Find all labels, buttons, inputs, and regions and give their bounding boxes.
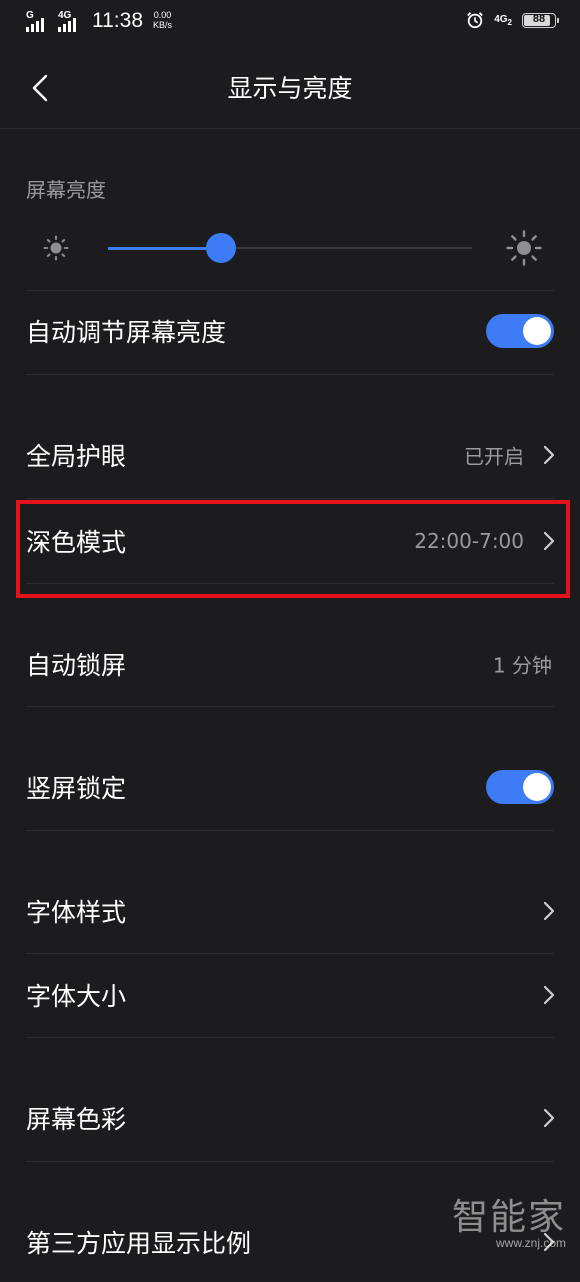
divider	[26, 498, 554, 499]
auto-lock-label: 自动锁屏	[26, 651, 127, 680]
battery-icon: 88	[522, 12, 559, 28]
net-speed: 0.00 KB/s	[153, 10, 172, 30]
network-type: 4G2	[494, 14, 512, 27]
chevron-right-icon	[543, 1108, 555, 1128]
brightness-slider-thumb[interactable]	[205, 233, 236, 263]
rotation-lock-row[interactable]: 竖屏锁定	[0, 747, 580, 827]
auto-brightness-toggle[interactable]	[486, 314, 554, 348]
status-bar-right: 4G2 88	[466, 11, 559, 29]
brightness-section-label: 屏幕亮度	[26, 178, 106, 202]
signal-icon: G	[26, 10, 48, 34]
screen-color-row[interactable]: 屏幕色彩	[0, 1078, 580, 1158]
rotation-lock-toggle[interactable]	[486, 770, 554, 804]
signal-2-tag: 4G	[58, 10, 72, 21]
sun-large-icon	[506, 230, 542, 266]
font-style-row[interactable]: 字体样式	[0, 871, 580, 951]
eye-protection-label: 全局护眼	[26, 442, 127, 471]
page-title: 显示与亮度	[227, 74, 353, 103]
rotation-lock-label: 竖屏锁定	[26, 774, 127, 803]
divider	[26, 1161, 554, 1162]
watermark-logo: 智能家	[451, 1197, 566, 1238]
font-size-label: 字体大小	[26, 982, 127, 1011]
font-size-row[interactable]: 字体大小	[0, 955, 580, 1035]
network-type-sub: 2	[507, 17, 512, 27]
divider	[26, 953, 554, 954]
net-speed-value: 0.00	[153, 10, 172, 20]
toggle-knob	[523, 773, 551, 801]
divider	[26, 706, 554, 707]
auto-lock-row[interactable]: 自动锁屏 1 分钟	[0, 624, 580, 704]
watermark-url: www.znj.com	[495, 1236, 566, 1250]
auto-lock-value: 1 分钟	[492, 653, 552, 678]
screen-color-label: 屏幕色彩	[26, 1105, 127, 1134]
highlight-box	[16, 500, 570, 598]
chevron-right-icon	[543, 985, 555, 1005]
status-bar-left: G 4G 11:38 0.00 KB/s	[26, 8, 172, 34]
brightness-slider[interactable]	[108, 233, 472, 263]
alarm-icon	[467, 12, 484, 29]
signal-1-tag: G	[26, 10, 34, 21]
toggle-knob	[523, 317, 551, 345]
status-bar: G 4G 11:38 0.00 KB/s 4G2 88	[0, 0, 580, 46]
eye-protection-row[interactable]: 全局护眼 已开启	[0, 415, 580, 495]
brightness-slider-fill	[108, 246, 221, 250]
eye-protection-value: 已开启	[464, 444, 524, 469]
auto-brightness-label: 自动调节屏幕亮度	[26, 318, 227, 347]
divider	[26, 374, 554, 375]
divider	[26, 1037, 554, 1038]
divider	[26, 830, 554, 831]
network-type-label: 4G	[494, 13, 508, 25]
auto-brightness-row[interactable]: 自动调节屏幕亮度	[0, 291, 580, 371]
net-speed-unit: KB/s	[153, 20, 173, 30]
chevron-right-icon	[543, 445, 555, 465]
chevron-right-icon	[543, 901, 555, 921]
signal-icon: 4G	[58, 10, 80, 34]
font-style-label: 字体样式	[26, 898, 127, 927]
battery-level: 88	[532, 12, 546, 25]
third-party-ratio-label: 第三方应用显示比例	[26, 1229, 252, 1258]
watermark: 智能家 www.znj.com	[451, 1197, 566, 1251]
status-time: 11:38	[92, 9, 143, 32]
sun-small-icon	[43, 235, 69, 261]
header: 显示与亮度	[0, 46, 580, 129]
